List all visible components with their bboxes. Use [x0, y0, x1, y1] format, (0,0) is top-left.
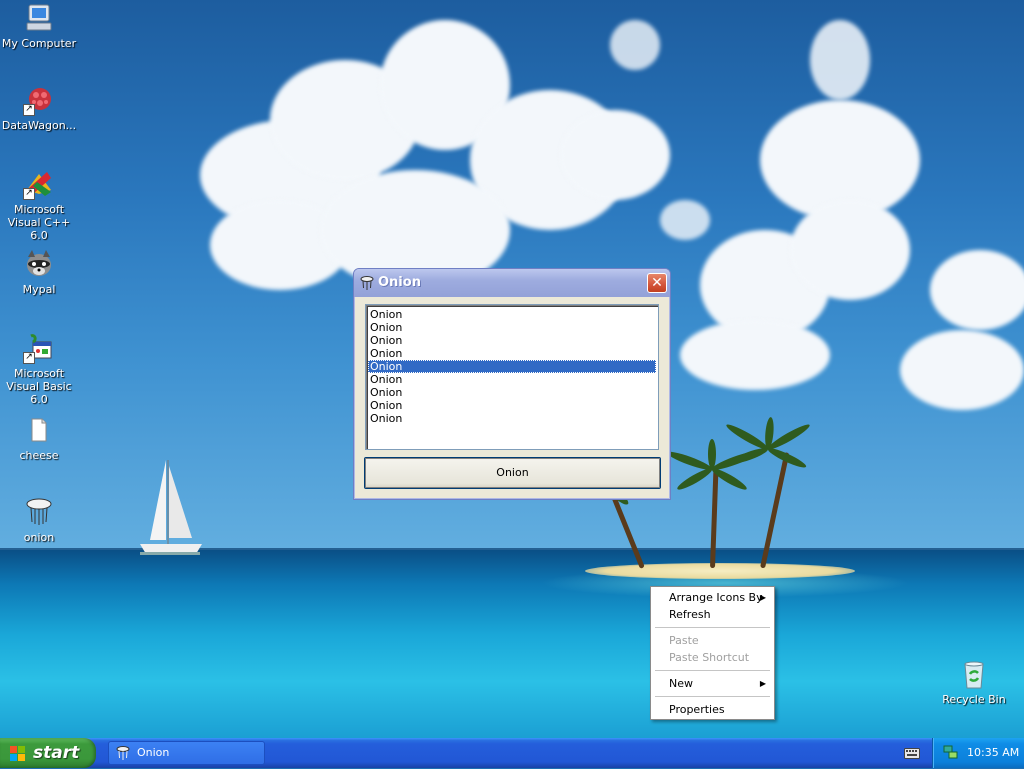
- desktop-icon-label: onion: [23, 531, 55, 544]
- menu-item-label: Arrange Icons By: [669, 591, 763, 604]
- onion-listbox[interactable]: Onion Onion Onion Onion Onion Onion Onion Onion…: [365, 304, 659, 450]
- onion-icon: [359, 275, 375, 291]
- list-item[interactable]: Onion: [368, 308, 656, 321]
- onion-window[interactable]: Onion ✕ Onion Onion Onion Onion Onion Onion On…: [353, 268, 671, 500]
- visual-basic-icon: ↗: [23, 332, 55, 364]
- desktop-icon-mypal[interactable]: Mypal: [0, 248, 78, 296]
- folder-icon: [23, 414, 55, 446]
- desktop-context-menu[interactable]: Arrange Icons By ▶ Refresh Paste Paste Short…: [650, 586, 775, 720]
- sand-island: [585, 563, 855, 579]
- list-item[interactable]: Onion: [368, 321, 656, 334]
- onion-icon: [23, 496, 55, 528]
- shortcut-arrow-icon: ↗: [23, 104, 35, 116]
- list-item[interactable]: Onion: [368, 399, 656, 412]
- list-item[interactable]: Onion: [368, 412, 656, 425]
- desktop-icon-cheese[interactable]: cheese: [0, 414, 78, 462]
- windows-logo-icon: [10, 746, 26, 761]
- list-item[interactable]: Onion: [368, 386, 656, 399]
- menu-item-properties[interactable]: Properties: [653, 701, 772, 718]
- onion-button[interactable]: Onion: [364, 457, 661, 489]
- network-icon[interactable]: [943, 745, 958, 760]
- onion-icon: [115, 745, 131, 761]
- menu-item-label: Refresh: [669, 608, 711, 621]
- list-item[interactable]: Onion: [368, 360, 656, 373]
- sailboat: [140, 460, 202, 555]
- menu-item-paste[interactable]: Paste: [653, 632, 772, 649]
- desktop-icon-label: cheese: [19, 449, 59, 462]
- desktop-icon-label: My Computer: [1, 37, 77, 50]
- menu-item-label: Properties: [669, 703, 725, 716]
- list-item[interactable]: Onion: [368, 347, 656, 360]
- close-icon: ✕: [651, 275, 663, 291]
- desktop-icon-visual-basic[interactable]: ↗ Microsoft Visual Basic 6.0: [0, 332, 78, 406]
- menu-item-label: Paste Shortcut: [669, 651, 750, 664]
- menu-separator: [655, 696, 770, 697]
- datawagon-icon: ↗: [23, 84, 55, 116]
- list-item[interactable]: Onion: [368, 373, 656, 386]
- taskbar[interactable]: start Onion 10:35 AM: [0, 738, 1024, 768]
- list-item[interactable]: Onion: [368, 334, 656, 347]
- visual-cpp-icon: ↗: [23, 168, 55, 200]
- menu-separator: [655, 670, 770, 671]
- menu-item-label: New: [669, 677, 693, 690]
- keyboard-icon[interactable]: [904, 746, 920, 760]
- desktop-icon-label: Recycle Bin: [942, 693, 1006, 706]
- menu-item-new[interactable]: New ▶: [653, 675, 772, 692]
- desktop-icon-label: DataWagon...: [1, 119, 77, 132]
- submenu-arrow-icon: ▶: [759, 593, 766, 602]
- window-title: Onion: [378, 275, 421, 290]
- desktop-icon-recycle-bin[interactable]: Recycle Bin: [935, 658, 1013, 706]
- shortcut-arrow-icon: ↗: [23, 188, 35, 200]
- desktop-icon-visual-cpp[interactable]: ↗ Microsoft Visual C++ 6.0: [0, 168, 78, 242]
- desktop-icon-onion[interactable]: onion: [0, 496, 78, 544]
- start-label: start: [33, 743, 80, 763]
- menu-item-arrange-icons-by[interactable]: Arrange Icons By ▶: [653, 589, 772, 606]
- taskbar-item-onion[interactable]: Onion: [108, 741, 265, 765]
- menu-item-refresh[interactable]: Refresh: [653, 606, 772, 623]
- recycle-bin-icon: [958, 658, 990, 690]
- close-button[interactable]: ✕: [647, 273, 667, 293]
- desktop-icon-label: Microsoft Visual Basic 6.0: [6, 367, 72, 406]
- taskbar-item-label: Onion: [137, 746, 170, 759]
- menu-item-label: Paste: [669, 634, 699, 647]
- system-tray[interactable]: 10:35 AM: [932, 738, 1024, 768]
- mypal-raccoon-icon: [23, 248, 55, 280]
- menu-separator: [655, 627, 770, 628]
- desktop-icon-label: Microsoft Visual C++ 6.0: [7, 203, 71, 242]
- menu-item-paste-shortcut[interactable]: Paste Shortcut: [653, 649, 772, 666]
- submenu-arrow-icon: ▶: [759, 679, 766, 688]
- desktop-icon-my-computer[interactable]: My Computer: [0, 2, 78, 50]
- shortcut-arrow-icon: ↗: [23, 352, 35, 364]
- window-titlebar[interactable]: Onion ✕: [354, 269, 670, 297]
- desktop-icon-label: Mypal: [22, 283, 56, 296]
- desktop-icon-datawagon[interactable]: ↗ DataWagon...: [0, 84, 78, 132]
- start-button[interactable]: start: [0, 738, 96, 768]
- my-computer-icon: [23, 2, 55, 34]
- clock[interactable]: 10:35 AM: [967, 746, 1019, 759]
